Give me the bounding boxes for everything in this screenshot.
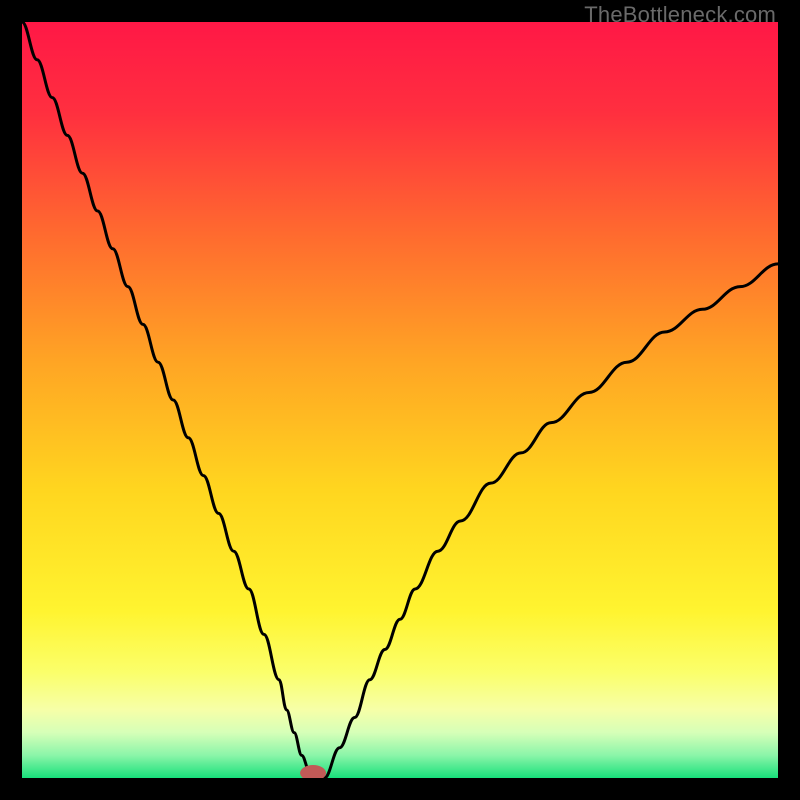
chart-frame bbox=[22, 22, 778, 778]
chart-background bbox=[22, 22, 778, 778]
chart-svg bbox=[22, 22, 778, 778]
watermark-text: TheBottleneck.com bbox=[584, 2, 776, 28]
